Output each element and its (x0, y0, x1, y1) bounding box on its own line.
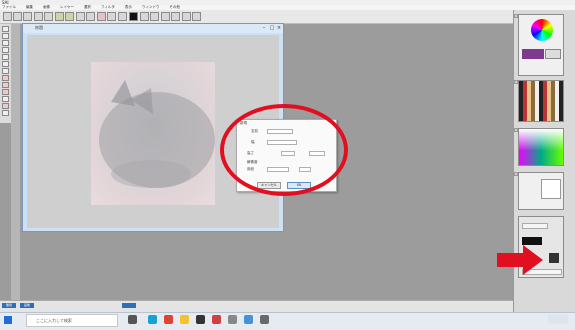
flip-icon[interactable] (97, 12, 106, 21)
move-tool-icon[interactable] (2, 26, 9, 32)
minimize-icon[interactable]: – (261, 25, 267, 31)
explorer-icon[interactable] (180, 315, 189, 324)
view-icon[interactable] (140, 12, 149, 21)
color-wheel-panel[interactable] (518, 14, 564, 76)
canvas-title: 無題 (35, 25, 43, 30)
lasso-tool-icon[interactable] (2, 54, 9, 60)
navigator-strip (11, 24, 20, 300)
airbrush-tool-icon[interactable] (2, 89, 9, 95)
select-icon[interactable] (76, 12, 85, 21)
rotate-tool-icon[interactable] (2, 40, 9, 46)
pen-tool-icon[interactable] (2, 75, 9, 81)
highlight-ellipse (220, 104, 348, 196)
store-icon[interactable] (196, 315, 205, 324)
rotate-icon[interactable] (107, 12, 116, 21)
tab-untitled[interactable]: 無題 (2, 303, 16, 308)
brush-settings-panel[interactable] (518, 172, 564, 210)
canvas-title-bar[interactable]: 無題 – □ × (23, 24, 283, 33)
color-swatch-secondary[interactable] (545, 49, 561, 59)
eraser-tool-icon[interactable] (2, 96, 9, 102)
toolbar (0, 10, 575, 24)
color-swatch-primary[interactable] (522, 49, 544, 59)
copy-icon[interactable] (34, 12, 43, 21)
cat-image (99, 80, 215, 188)
brush-preview (541, 179, 561, 199)
zoom-tool-icon[interactable] (2, 33, 9, 39)
start-icon[interactable] (4, 316, 12, 324)
bucket-tool-icon[interactable] (2, 110, 9, 116)
app-icon-blue[interactable] (244, 315, 253, 324)
layer-row-1[interactable] (522, 223, 548, 229)
wand-tool-icon[interactable] (2, 61, 9, 67)
app-icon-red[interactable] (212, 315, 221, 324)
hand-tool-icon[interactable] (2, 47, 9, 53)
zoom-icon[interactable] (118, 12, 127, 21)
color-swatch-icon[interactable] (129, 12, 138, 21)
red-arrow-icon (497, 245, 543, 275)
tab-image[interactable]: 画像 (20, 303, 34, 308)
cat-photo (91, 62, 215, 205)
app-icon-gray[interactable] (228, 315, 237, 324)
task-view-icon[interactable] (128, 315, 137, 324)
eyedropper-tool-icon[interactable] (2, 68, 9, 74)
new-file-icon[interactable] (3, 12, 12, 21)
close-icon[interactable]: × (276, 25, 282, 31)
layer-thumb-dark (522, 237, 542, 245)
clock-area[interactable] (548, 315, 568, 324)
deselect-icon[interactable] (86, 12, 95, 21)
grid-icon[interactable] (150, 12, 159, 21)
sai-taskbar-icon[interactable] (260, 315, 269, 324)
paste-icon[interactable] (44, 12, 53, 21)
color-picker-panel[interactable] (518, 128, 564, 166)
search-input[interactable]: ここに入力して検索 (26, 314, 118, 327)
redo-icon[interactable] (65, 12, 74, 21)
edge-icon[interactable] (148, 315, 157, 324)
right-panel (513, 10, 575, 323)
save-icon[interactable] (23, 12, 32, 21)
layer-thumb-selected[interactable] (549, 253, 559, 263)
color-wheel[interactable] (531, 19, 553, 41)
undo-icon[interactable] (55, 12, 64, 21)
ruler-icon[interactable] (161, 12, 170, 21)
open-file-icon[interactable] (13, 12, 22, 21)
help-icon[interactable] (192, 12, 201, 21)
marker-tool-icon[interactable] (2, 103, 9, 109)
settings-icon[interactable] (171, 12, 180, 21)
maximize-icon[interactable]: □ (269, 25, 275, 31)
window-icon[interactable] (182, 12, 191, 21)
swatch-palette-panel[interactable] (518, 80, 564, 122)
memory-indicator (122, 303, 136, 308)
chrome-icon[interactable] (164, 315, 173, 324)
brush-tool-icon[interactable] (2, 82, 9, 88)
